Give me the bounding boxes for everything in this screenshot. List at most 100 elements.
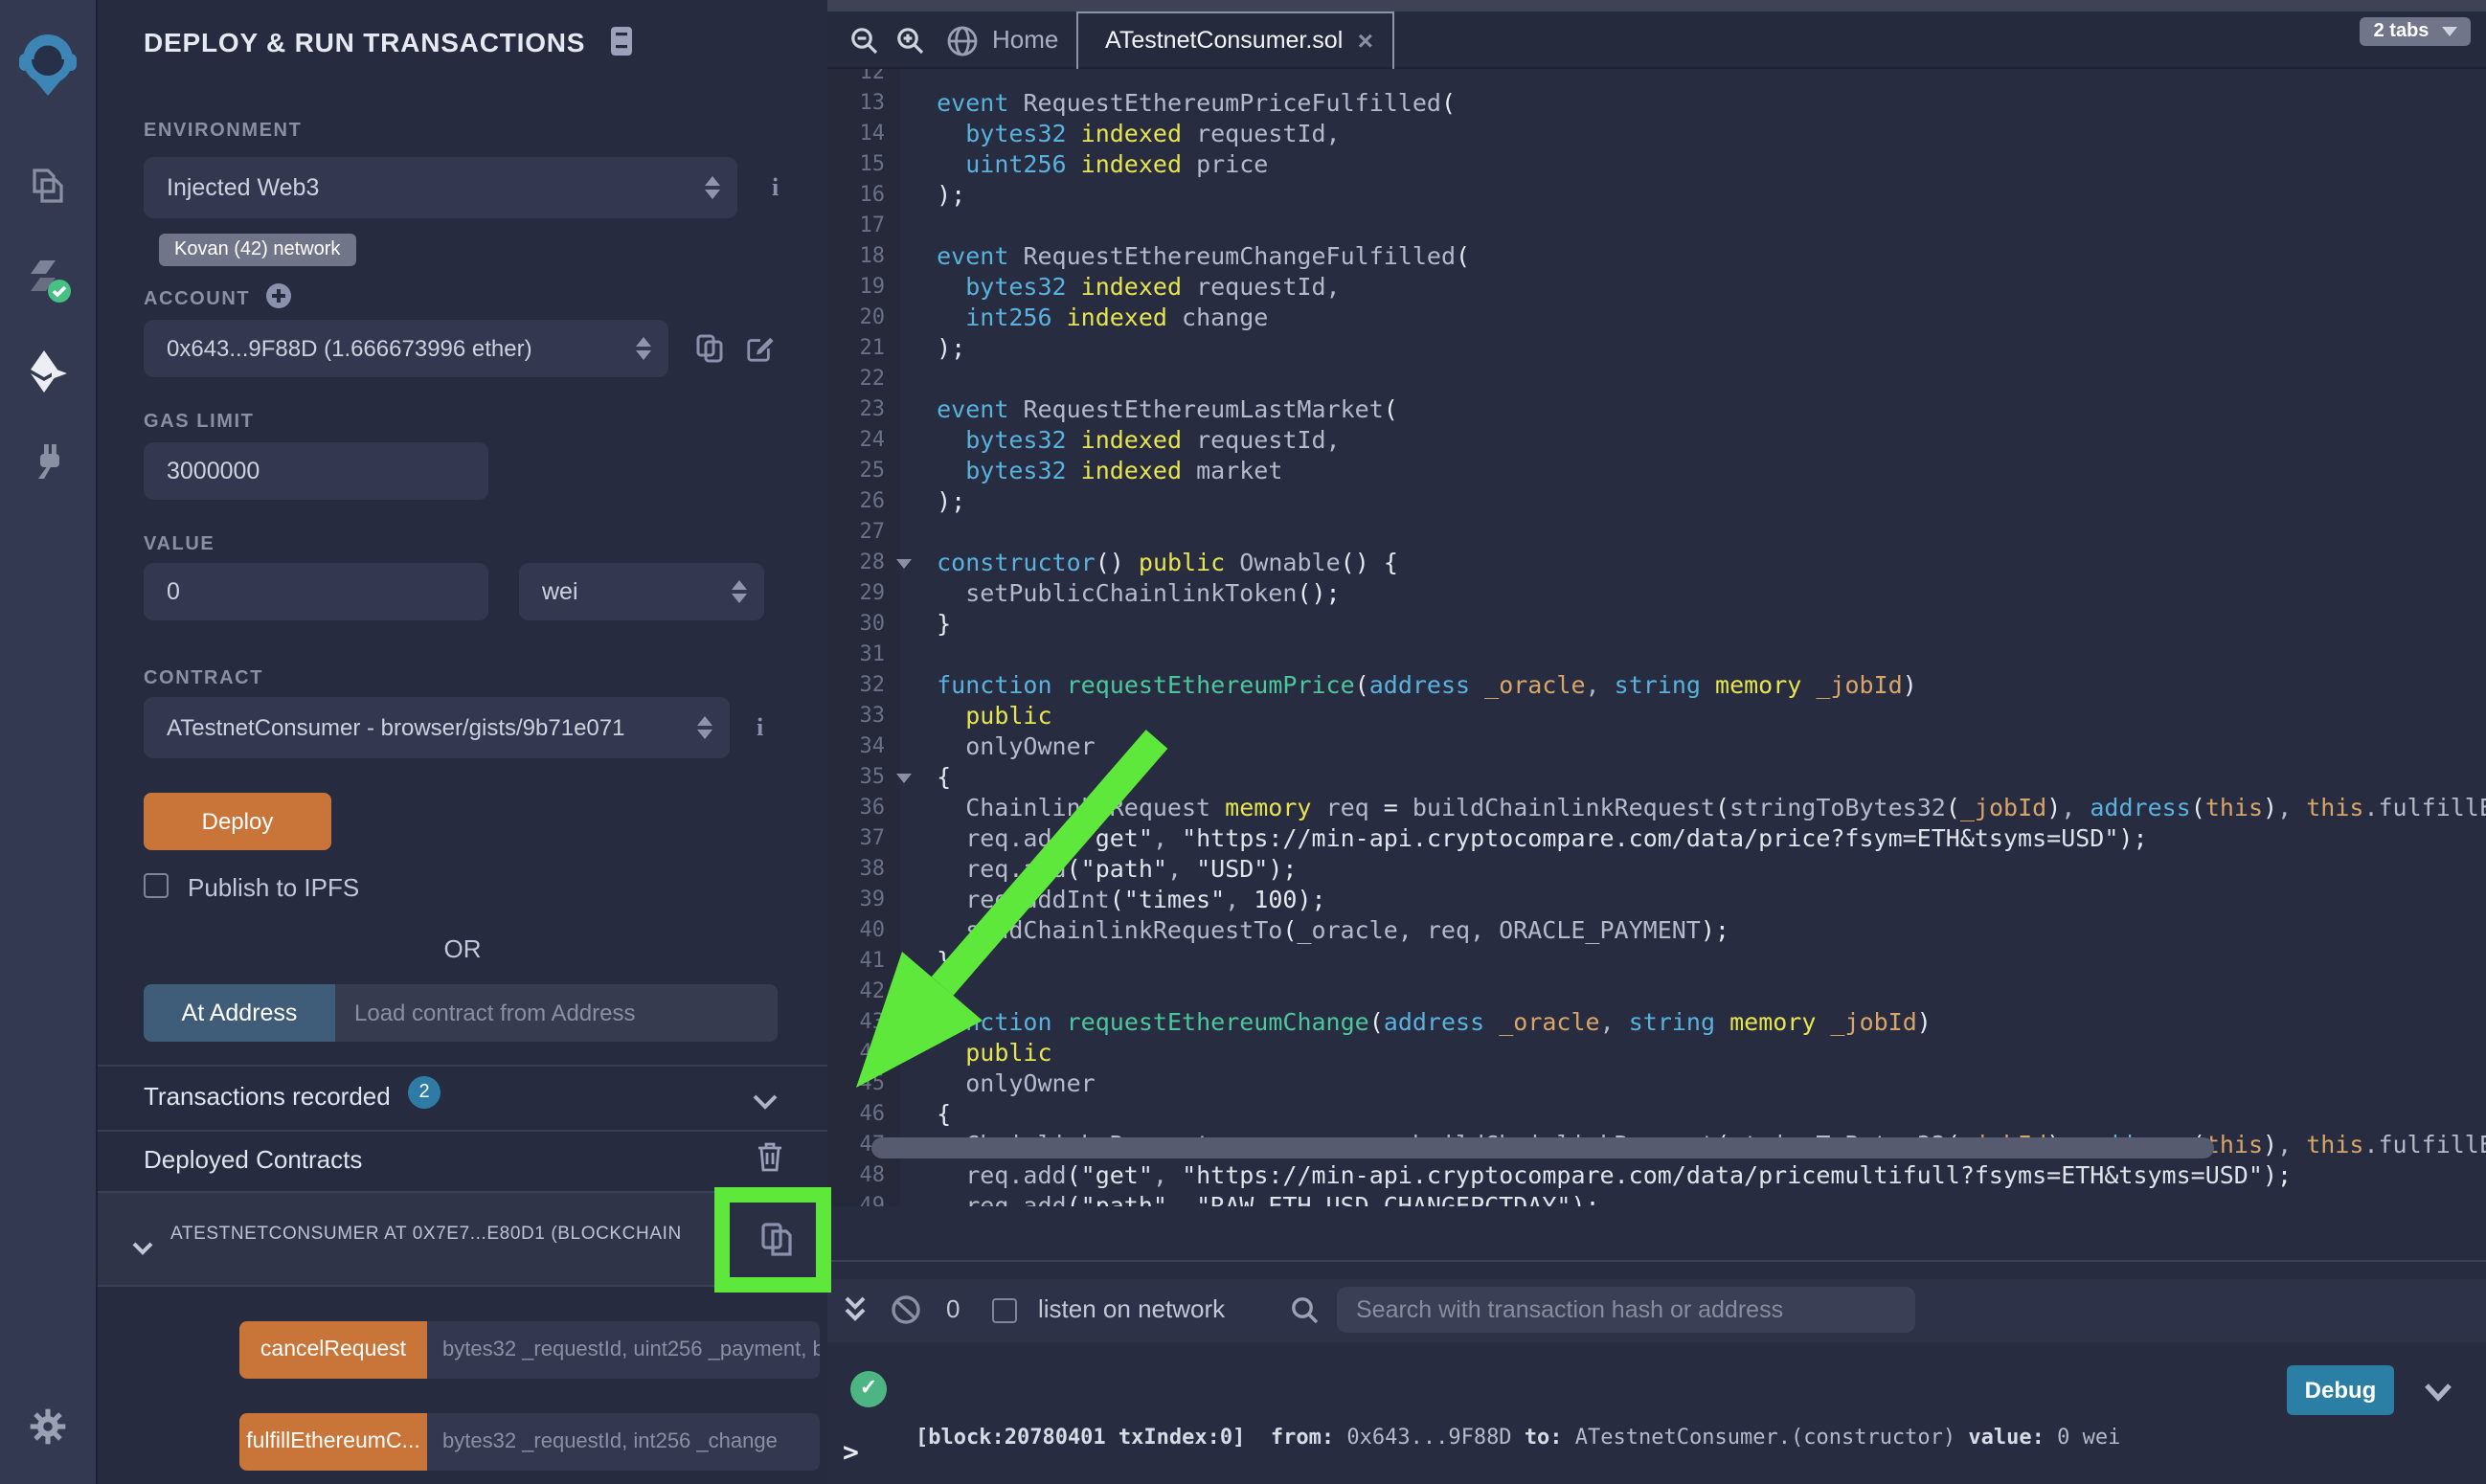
- deploy-run-icon[interactable]: [25, 349, 71, 404]
- code-line[interactable]: req.addInt("times", 100);: [908, 885, 2486, 915]
- fulfill-ethereum-button[interactable]: fulfillEthereumC...: [239, 1413, 427, 1471]
- code-line[interactable]: }: [908, 609, 2486, 640]
- pending-tx-count: 0: [946, 1294, 960, 1323]
- fulfill-ethereum-params-input[interactable]: bytes32 _requestId, int256 _change: [427, 1413, 820, 1471]
- trash-icon[interactable]: [757, 1141, 783, 1181]
- code-line[interactable]: req.add("get", "https://min-api.cryptoco…: [908, 1160, 2486, 1191]
- value-unit-select[interactable]: wei: [519, 563, 764, 620]
- listen-network-checkbox[interactable]: [992, 1298, 1017, 1323]
- environment-info-icon[interactable]: i: [772, 172, 779, 203]
- code-line[interactable]: event RequestEthereumChangeFulfilled(: [908, 241, 2486, 272]
- gas-limit-label: GAS LIMIT: [144, 412, 255, 433]
- cancel-request-button[interactable]: cancelRequest: [239, 1321, 427, 1379]
- code-line[interactable]: onlyOwner: [908, 731, 2486, 762]
- terminal-search-input[interactable]: Search with transaction hash or address: [1337, 1287, 1915, 1333]
- code-line[interactable]: [908, 517, 2486, 548]
- solidity-compiler-icon[interactable]: [23, 257, 73, 316]
- terminal-panel: 0 listen on network Search with transact…: [827, 1260, 2486, 1484]
- cancel-request-params-input[interactable]: bytes32 _requestId, uint256 _payment, b: [427, 1321, 820, 1379]
- line-number: 38: [827, 854, 896, 885]
- code-line[interactable]: [908, 640, 2486, 670]
- code-line[interactable]: [908, 977, 2486, 1007]
- code-line[interactable]: int256 indexed change: [908, 303, 2486, 333]
- docs-icon[interactable]: [609, 28, 634, 62]
- at-address-button[interactable]: At Address: [144, 984, 335, 1042]
- transaction-log[interactable]: [block:20780401 txIndex:0] from: 0x643..…: [915, 1371, 2120, 1484]
- copy-contract-address-button[interactable]: [726, 1193, 827, 1285]
- code-line[interactable]: event RequestEthereumLastMarket(: [908, 394, 2486, 425]
- file-explorer-icon[interactable]: [27, 165, 69, 216]
- remix-logo-icon[interactable]: [15, 31, 80, 113]
- code-line[interactable]: [908, 364, 2486, 394]
- line-number: 22: [827, 364, 896, 394]
- code-line[interactable]: function requestEthereumChange(address _…: [908, 1007, 2486, 1038]
- collapse-terminal-icon[interactable]: [843, 1296, 868, 1333]
- code-line[interactable]: [908, 69, 2486, 88]
- transactions-count-badge: 2: [408, 1076, 441, 1109]
- environment-select[interactable]: Injected Web3: [144, 157, 737, 218]
- code-line[interactable]: );: [908, 180, 2486, 211]
- horizontal-scrollbar[interactable]: [871, 1137, 2214, 1158]
- code-line[interactable]: bytes32 indexed requestId,: [908, 119, 2486, 149]
- code-line[interactable]: bytes32 indexed market: [908, 456, 2486, 486]
- code-line[interactable]: onlyOwner: [908, 1068, 2486, 1099]
- code-line[interactable]: Chainlink.Request memory req = buildChai…: [908, 793, 2486, 823]
- code-viewport[interactable]: 1213141516171819202122232425262728293031…: [827, 69, 2486, 1206]
- code-line[interactable]: );: [908, 333, 2486, 364]
- code-line[interactable]: bytes32 indexed requestId,: [908, 272, 2486, 303]
- debug-button[interactable]: Debug: [2287, 1365, 2394, 1415]
- line-number: 28: [827, 548, 896, 578]
- home-globe-icon[interactable]: [946, 25, 979, 67]
- line-number: 42: [827, 977, 896, 1007]
- tab-atestnetconsumer[interactable]: ATestnetConsumer.sol ×: [1076, 11, 1394, 69]
- code-line[interactable]: uint256 indexed price: [908, 149, 2486, 180]
- tabs-dropdown-button[interactable]: 2 tabs: [2361, 17, 2471, 46]
- code-line[interactable]: constructor() public Ownable() {: [908, 548, 2486, 578]
- code-line[interactable]: [908, 211, 2486, 241]
- code-line[interactable]: req.add("get", "https://min-api.cryptoco…: [908, 823, 2486, 854]
- zoom-in-icon[interactable]: [896, 27, 925, 65]
- expand-contract-icon[interactable]: [132, 1231, 153, 1266]
- code-line[interactable]: function requestEthereumPrice(address _o…: [908, 670, 2486, 701]
- publish-ipfs-checkbox[interactable]: [144, 873, 169, 898]
- copy-account-icon[interactable]: [695, 333, 724, 373]
- code-line[interactable]: );: [908, 486, 2486, 517]
- deploy-button[interactable]: Deploy: [144, 793, 331, 850]
- code-line[interactable]: sendChainlinkRequestTo(_oracle, req, ORA…: [908, 915, 2486, 946]
- deployed-contract-row[interactable]: ATESTNETCONSUMER AT 0X7E7...E80D1 (BLOCK…: [98, 1191, 827, 1287]
- plugin-manager-icon[interactable]: [27, 440, 69, 492]
- line-number: 45: [827, 1068, 896, 1099]
- account-select[interactable]: 0x643...9F88D (1.666673996 ether): [144, 320, 668, 377]
- code-line[interactable]: }: [908, 946, 2486, 977]
- tab-home[interactable]: Home: [992, 25, 1058, 54]
- code-line[interactable]: event RequestEthereumPriceFulfilled(: [908, 88, 2486, 119]
- at-address-input[interactable]: Load contract from Address: [335, 984, 778, 1042]
- value-input[interactable]: 0: [144, 563, 488, 620]
- deployed-contracts-label: Deployed Contracts: [144, 1145, 362, 1174]
- code-line[interactable]: public: [908, 701, 2486, 731]
- line-number: 34: [827, 731, 896, 762]
- transactions-collapse-icon[interactable]: [753, 1086, 778, 1120]
- line-number: 39: [827, 885, 896, 915]
- contract-info-icon[interactable]: i: [757, 712, 763, 743]
- expand-log-icon[interactable]: [2425, 1377, 2452, 1411]
- code-line[interactable]: {: [908, 1099, 2486, 1130]
- or-label: OR: [98, 934, 827, 963]
- gas-limit-input[interactable]: 3000000: [144, 442, 488, 500]
- code-line[interactable]: setPublicChainlinkToken();: [908, 578, 2486, 609]
- add-account-icon[interactable]: [266, 283, 291, 318]
- clear-console-icon[interactable]: [891, 1294, 921, 1335]
- code-line[interactable]: req.add("path", "USD");: [908, 854, 2486, 885]
- contract-select[interactable]: ATestnetConsumer - browser/gists/9b71e07…: [144, 697, 730, 758]
- code-line[interactable]: bytes32 indexed requestId,: [908, 425, 2486, 456]
- close-tab-icon[interactable]: ×: [1358, 13, 1373, 67]
- line-number: 25: [827, 456, 896, 486]
- code-line[interactable]: {: [908, 762, 2486, 793]
- zoom-out-icon[interactable]: [850, 27, 879, 65]
- terminal-prompt[interactable]: >: [843, 1438, 859, 1469]
- settings-gear-icon[interactable]: [27, 1405, 69, 1457]
- edit-account-icon[interactable]: [745, 333, 774, 373]
- code-line[interactable]: public: [908, 1038, 2486, 1068]
- code-line[interactable]: req.add("path", "RAW.ETH.USD.CHANGEPCTDA…: [908, 1191, 2486, 1206]
- network-badge: Kovan (42) network: [159, 234, 355, 266]
